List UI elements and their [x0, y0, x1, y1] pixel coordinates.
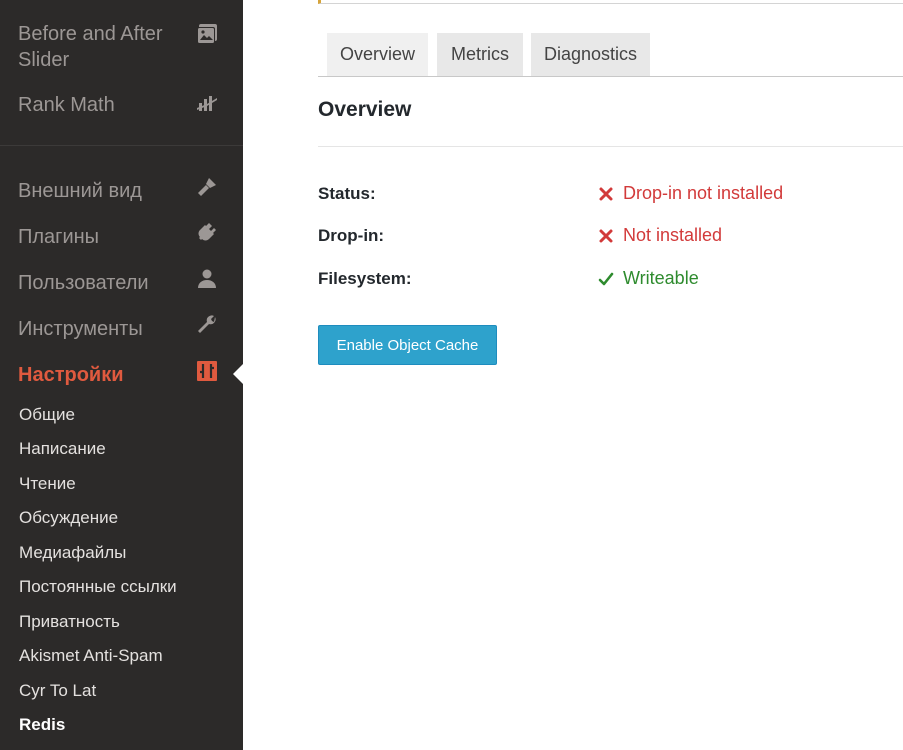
user-icon [193, 265, 221, 293]
sidebar-item-appearance[interactable]: Внешний вид [0, 178, 243, 208]
submenu-item-akismet[interactable]: Akismet Anti-Spam [19, 645, 163, 667]
sidebar-item-label: Настройки [18, 364, 124, 386]
plugin-icon [193, 219, 221, 247]
sidebar-item-label: Внешний вид [18, 180, 142, 202]
enable-object-cache-button[interactable]: Enable Object Cache [318, 325, 497, 365]
sidebar-item-label: Rank Math [18, 94, 115, 116]
tab-overview[interactable]: Overview [327, 33, 428, 76]
admin-notice-edge [318, 0, 903, 4]
sidebar-divider [0, 145, 243, 146]
status-value: Drop-in not installed [598, 183, 783, 204]
dropin-value: Not installed [598, 225, 722, 246]
sidebar-item-users[interactable]: Пользователи [0, 269, 243, 300]
filesystem-label: Filesystem: [318, 269, 412, 288]
tab-metrics[interactable]: Metrics [437, 33, 523, 76]
submenu-item-cyr-to-lat[interactable]: Cyr To Lat [19, 680, 96, 702]
status-label: Status: [318, 184, 376, 203]
image-gallery-icon [193, 20, 221, 48]
submenu-item-redis[interactable]: Redis [19, 714, 65, 736]
checkmark-icon [598, 272, 614, 285]
submenu-item-media[interactable]: Медиафайлы [19, 542, 126, 564]
sidebar-item-before-after-slider[interactable]: Before and After Slider [0, 20, 243, 74]
dropin-label: Drop-in: [318, 226, 385, 245]
sidebar-item-label: Before and After Slider [18, 23, 163, 71]
section-divider [318, 146, 903, 147]
sidebar-item-label: Инструменты [18, 318, 143, 340]
sidebar-item-settings[interactable]: Настройки [0, 361, 243, 392]
submenu-item-permalinks[interactable]: Постоянные ссылки [19, 576, 177, 598]
admin-sidebar: Before and After Slider Rank Math Внешни… [0, 0, 243, 750]
dropin-value-text: Not installed [623, 225, 723, 245]
chart-icon [193, 89, 221, 117]
submenu-item-privacy[interactable]: Приватность [19, 611, 120, 633]
submenu-item-discussion[interactable]: Обсуждение [19, 507, 118, 529]
tab-diagnostics[interactable]: Diagnostics [531, 33, 650, 76]
sidebar-item-plugins[interactable]: Плагины [0, 223, 243, 254]
wrench-icon [193, 311, 221, 339]
sidebar-item-label: Пользователи [18, 272, 149, 294]
section-title: Overview [318, 98, 412, 121]
sidebar-item-rank-math[interactable]: Rank Math [0, 92, 243, 122]
submenu-item-general[interactable]: Общие [19, 404, 75, 426]
settings-icon [193, 357, 221, 385]
status-value-text: Drop-in not installed [623, 183, 784, 203]
filesystem-value: Writeable [598, 268, 699, 289]
submenu-item-reading[interactable]: Чтение [19, 473, 76, 495]
tabs-underline [318, 76, 903, 77]
cross-icon [599, 187, 613, 200]
active-menu-arrow [233, 364, 243, 384]
main-content: Overview Metrics Diagnostics Overview St… [243, 0, 903, 750]
submenu-item-writing[interactable]: Написание [19, 438, 106, 460]
sidebar-item-label: Плагины [18, 226, 100, 248]
cross-icon [599, 229, 613, 242]
sidebar-item-tools[interactable]: Инструменты [0, 315, 243, 346]
brush-icon [193, 173, 221, 201]
filesystem-value-text: Writeable [623, 268, 699, 288]
